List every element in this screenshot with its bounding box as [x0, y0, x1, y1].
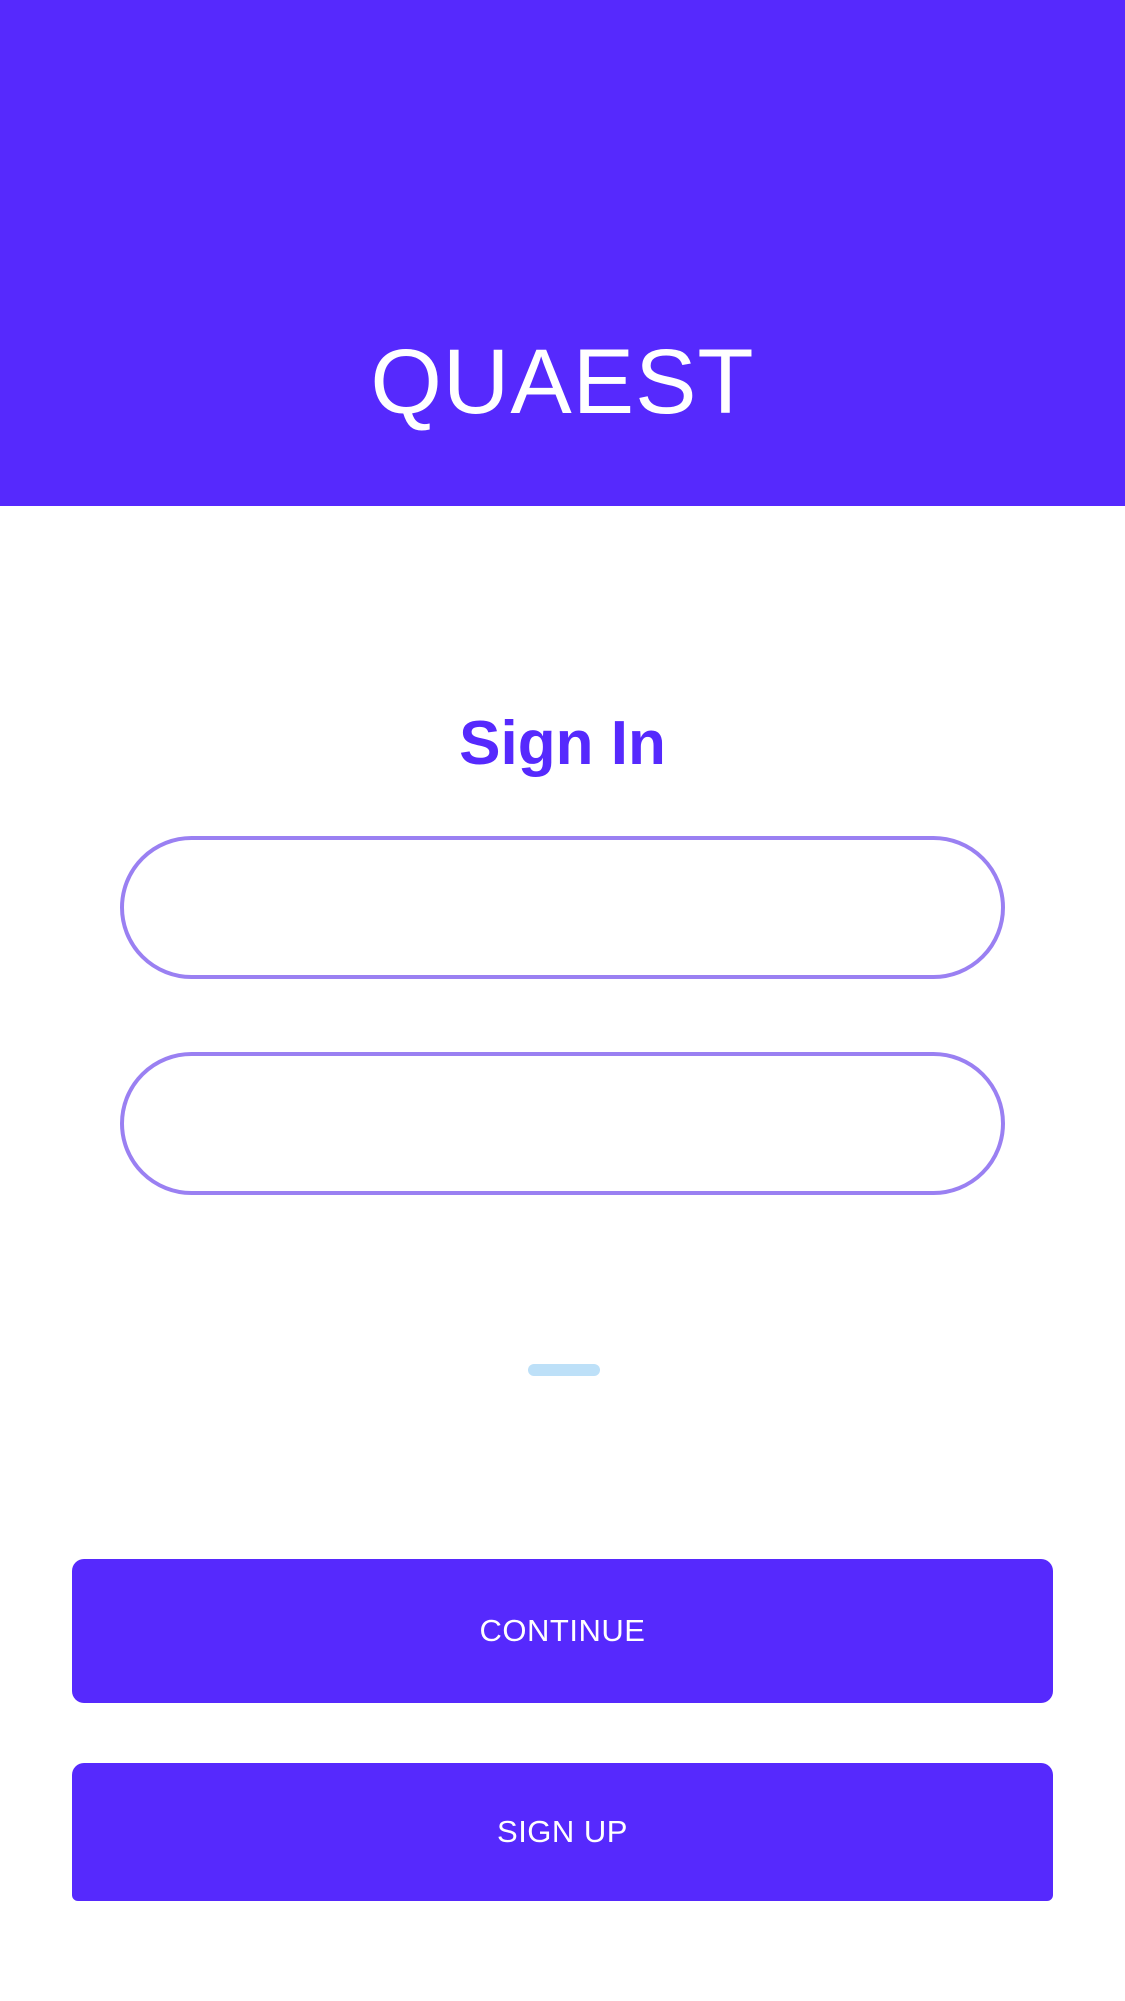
sign-in-heading: Sign In: [459, 709, 666, 778]
sign-in-screen: QUAEST Sign In CONTINUE SIGN UP: [0, 0, 1125, 2001]
app-title: QUAEST: [370, 331, 755, 433]
password-field[interactable]: [120, 1052, 1005, 1195]
header-banner: QUAEST: [0, 0, 1125, 506]
sign-up-button[interactable]: SIGN UP: [72, 1763, 1053, 1901]
loading-indicator: [528, 1364, 600, 1376]
continue-button[interactable]: CONTINUE: [72, 1559, 1053, 1703]
username-field[interactable]: [120, 836, 1005, 979]
